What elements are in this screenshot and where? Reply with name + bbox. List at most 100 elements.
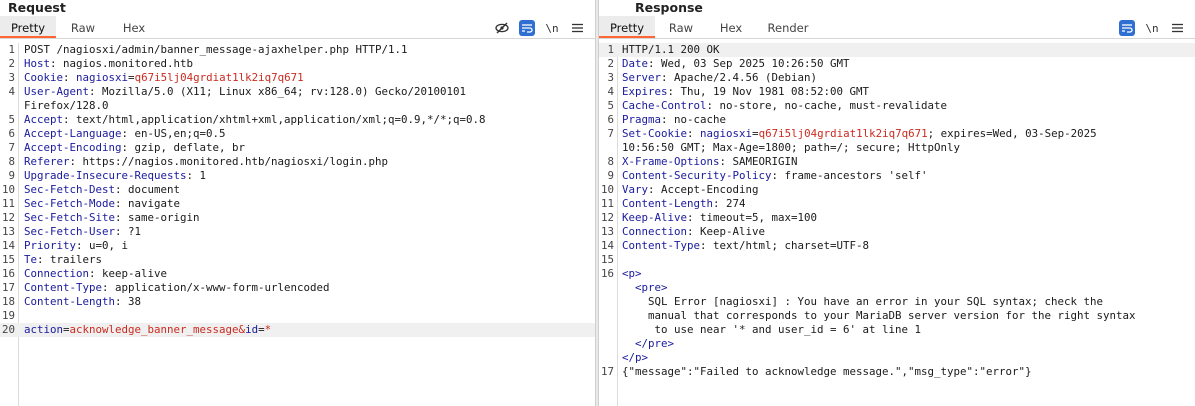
header-name: Keep-Alive [622,211,688,224]
response-line[interactable]: 14 Content-Type: text/html; charset=UTF-8 [599,239,1195,253]
response-line[interactable]: 10 Vary: Accept-Encoding [599,183,1195,197]
response-line[interactable]: 11 Content-Length: 274 [599,197,1195,211]
header-name: Content-Length [622,197,714,210]
line-code: <pre> [622,281,1191,295]
request-line[interactable]: 2 Host: nagios.monitored.htb [0,57,595,71]
request-line[interactable]: 18 Content-Length: 38 [0,295,595,309]
line-code: Accept-Encoding: gzip, deflate, br [24,141,246,154]
request-line[interactable]: 19 [0,309,595,323]
response-line[interactable]: 10:56:50 GMT; Max-Age=1800; path=/; secu… [599,141,1195,155]
response-line[interactable]: 16 <p> [599,267,1195,281]
show-newlines-button[interactable]: \n [1144,20,1160,36]
response-line[interactable]: to use near '* and user_id = 6' at line … [599,323,1195,337]
line-code: <p> [622,267,1191,281]
request-line[interactable]: 17 Content-Type: application/x-www-form-u… [0,281,595,295]
request-tab-raw[interactable]: Raw [58,16,108,38]
line-code: Keep-Alive: timeout=5, max=100 [622,211,818,224]
response-line[interactable]: 15 [599,253,1195,267]
line-code: Firefox/128.0 [24,99,591,113]
response-line[interactable]: 2 Date: Wed, 03 Sep 2025 10:26:50 GMT [599,57,1195,71]
header-name: Connection [24,267,90,280]
response-tab-render[interactable]: Render [759,16,817,38]
response-line[interactable]: <pre> [599,281,1195,295]
request-line[interactable]: 11 Sec-Fetch-Mode: navigate [0,197,595,211]
request-line[interactable]: 8 Referer: https://nagios.monitored.htb/n… [0,155,595,169]
request-line[interactable]: 7 Accept-Encoding: gzip, deflate, br [0,141,595,155]
request-line[interactable]: 3 Cookie: nagiosxi=q67i5lj04grdiat1lk2iq7… [0,71,595,85]
response-line[interactable]: SQL Error [nagiosxi] : You have an error… [599,295,1195,309]
request-line[interactable]: 20 action=acknowledge_banner_message&id=* [0,323,595,337]
response-editor[interactable]: 1 HTTP/1.1 200 OK 2 Date: Wed, 03 Sep 2025 … [599,43,1195,406]
response-line[interactable]: 1 HTTP/1.1 200 OK [599,43,1195,57]
wrap-lines-icon[interactable] [1119,20,1135,36]
cookie-name: nagiosxi [76,71,129,84]
request-line[interactable]: 12 Sec-Fetch-Site: same-origin [0,211,595,225]
request-line[interactable]: 9 Upgrade-Insecure-Requests: 1 [0,169,595,183]
response-line[interactable]: 3 Server: Apache/2.4.56 (Debian) [599,71,1195,85]
request-line[interactable]: 4 User-Agent: Mozilla/5.0 (X11; Linux x86… [0,85,595,99]
line-number: 12 [600,211,614,224]
response-line[interactable]: </pre> [599,337,1195,351]
response-title: Response [635,0,703,15]
header-value: timeout=5, max=100 [700,211,818,224]
request-line[interactable]: 15 Te: trailers [0,253,595,267]
response-line[interactable]: 6 Pragma: no-cache [599,113,1195,127]
wrap-lines-icon[interactable] [519,20,535,36]
line-number: 2 [607,57,614,70]
response-line[interactable]: 5 Cache-Control: no-store, no-cache, must… [599,99,1195,113]
response-line[interactable]: 7 Set-Cookie: nagiosxi=q67i5lj04grdiat1lk… [599,127,1195,141]
header-name: Referer [24,155,70,168]
response-line[interactable]: 4 Expires: Thu, 19 Nov 1981 08:52:00 GMT [599,85,1195,99]
show-newlines-button[interactable]: \n [544,20,560,36]
response-tab-raw[interactable]: Raw [656,16,706,38]
line-code: POST /nagiosxi/admin/banner_message-ajax… [24,43,591,57]
header-value: Wed, 03 Sep 2025 10:26:50 GMT [661,57,850,70]
line-number: 4 [8,85,15,98]
response-tabbar: Pretty Raw Hex Render \n [599,16,1195,39]
line-number: 20 [1,323,15,336]
line-number: 13 [600,225,614,238]
line-code: Content-Type: text/html; charset=UTF-8 [622,239,870,252]
request-line[interactable]: 10 Sec-Fetch-Dest: document [0,183,595,197]
menu-icon[interactable] [569,20,585,36]
request-line[interactable]: 1 POST /nagiosxi/admin/banner_message-aja… [0,43,595,57]
request-line[interactable]: 6 Accept-Language: en-US,en;q=0.5 [0,127,595,141]
line-number: 4 [607,85,614,98]
header-name: Content-Length [24,295,116,308]
hide-eye-slash-icon[interactable] [494,20,510,36]
response-tab-pretty[interactable]: Pretty [599,16,655,38]
header-value: SAMEORIGIN [732,155,798,168]
response-tab-hex[interactable]: Hex [707,16,755,38]
response-line[interactable]: 17 {"message":"Failed to acknowledge mess… [599,365,1195,379]
line-code: Cache-Control: no-store, no-cache, must-… [622,99,948,112]
request-pane: Request Pretty Raw Hex \n 1 POST /nagiosx… [0,0,595,406]
request-line[interactable]: Firefox/128.0 [0,99,595,113]
header-value: ; expires=Wed, 03-Sep-2025 [927,127,1097,140]
request-line[interactable]: 5 Accept: text/html,application/xhtml+xml… [0,113,595,127]
line-code: Server: Apache/2.4.56 (Debian) [622,71,818,84]
menu-icon[interactable] [1169,20,1185,36]
request-editor[interactable]: 1 POST /nagiosxi/admin/banner_message-aja… [0,43,595,406]
response-line[interactable]: </p> [599,351,1195,365]
response-line[interactable]: 12 Keep-Alive: timeout=5, max=100 [599,211,1195,225]
header-name: X-Frame-Options [622,155,720,168]
request-line[interactable]: 16 Connection: keep-alive [0,267,595,281]
header-value: frame-ancestors 'self' [784,169,928,182]
request-tab-pretty[interactable]: Pretty [0,16,56,38]
response-line[interactable]: 9 Content-Security-Policy: frame-ancestor… [599,169,1195,183]
line-code: Vary: Accept-Encoding [622,183,759,196]
header-value: https://nagios.monitored.htb/nagiosxi/lo… [82,155,389,168]
line-code: User-Agent: Mozilla/5.0 (X11; Linux x86_… [24,85,467,98]
header-value: u=0, i [89,239,129,252]
request-tab-hex[interactable]: Hex [110,16,158,38]
line-number: 7 [8,141,15,154]
response-line[interactable]: manual that corresponds to your MariaDB … [599,309,1195,323]
line-number: 18 [1,295,15,308]
header-value: 274 [726,197,746,210]
request-line[interactable]: 13 Sec-Fetch-User: ?1 [0,225,595,239]
response-line[interactable]: 8 X-Frame-Options: SAMEORIGIN [599,155,1195,169]
response-line[interactable]: 13 Connection: Keep-Alive [599,225,1195,239]
code-text: {"message":"Failed to acknowledge messag… [622,365,1032,378]
line-code: HTTP/1.1 200 OK [622,43,1191,57]
request-line[interactable]: 14 Priority: u=0, i [0,239,595,253]
